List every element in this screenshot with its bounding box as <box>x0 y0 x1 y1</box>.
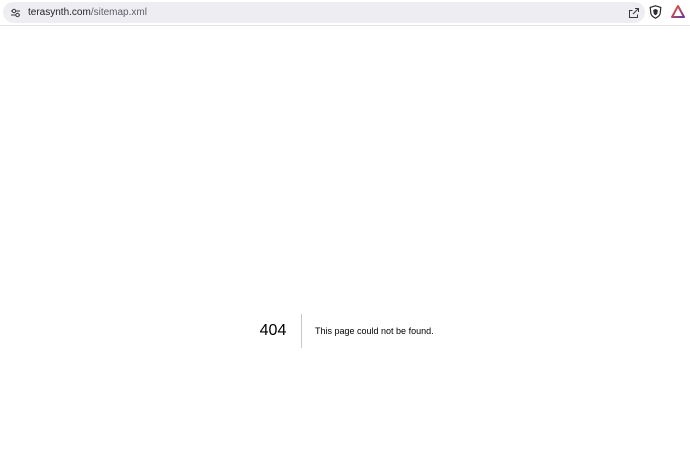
browser-toolbar: terasynth.com/sitemap.xml <box>0 0 690 26</box>
error-divider <box>301 314 302 348</box>
url-path: /sitemap.xml <box>90 7 147 18</box>
url-text[interactable]: terasynth.com/sitemap.xml <box>28 5 147 20</box>
error-code: 404 <box>259 322 287 339</box>
brave-rewards-icon[interactable] <box>670 4 685 19</box>
toolbar-divider <box>0 25 690 26</box>
brave-shield-icon[interactable] <box>648 4 663 20</box>
site-settings-icon[interactable] <box>8 5 23 20</box>
share-icon[interactable] <box>626 5 641 20</box>
address-bar[interactable]: terasynth.com/sitemap.xml <box>3 2 645 23</box>
error-message: This page could not be found. <box>315 326 434 336</box>
url-domain: terasynth.com <box>28 7 91 18</box>
error-container: 404 This page could not be found. <box>0 314 690 348</box>
